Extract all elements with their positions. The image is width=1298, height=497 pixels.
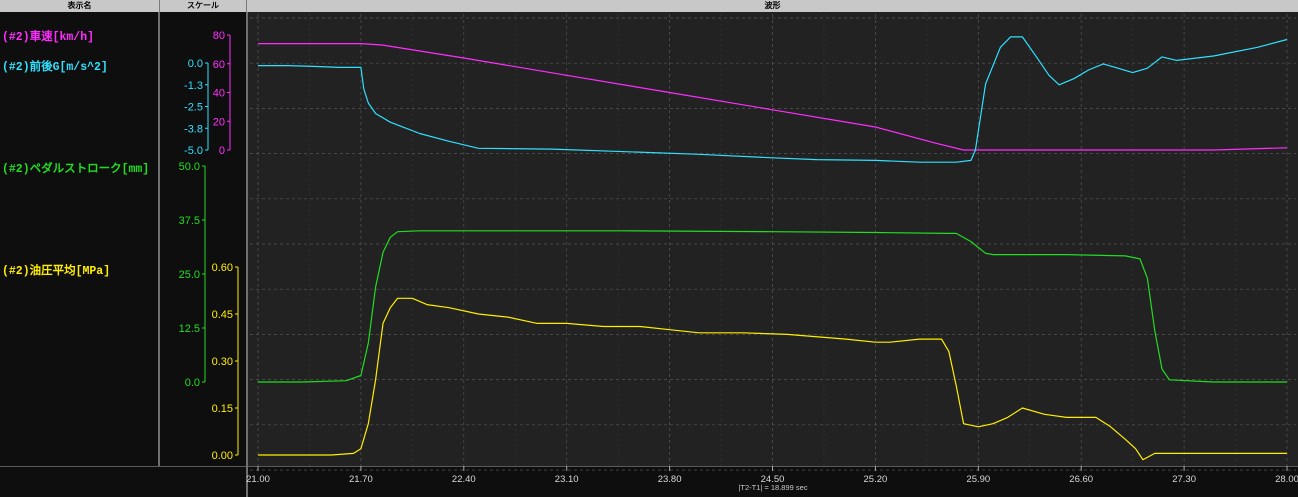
scale-label-accel: 0.0 bbox=[188, 58, 203, 70]
scale-label-pressure: 0.30 bbox=[212, 356, 233, 368]
plot-area[interactable] bbox=[248, 12, 1298, 466]
time-tick-label: 27.30 bbox=[1172, 474, 1196, 485]
time-tick-label: 21.00 bbox=[246, 474, 270, 485]
time-tick-label: 21.70 bbox=[349, 474, 373, 485]
scale-label-accel: -5.0 bbox=[184, 145, 203, 157]
scale-axes: 80 60 40 20 0 0.0 -1.3 -2.5 -3.8 -5.0 50.0 37.5 25.0… bbox=[179, 30, 239, 462]
waveform-canvas[interactable]: 80 60 40 20 0 0.0 -1.3 -2.5 -3.8 -5.0 50.0 37.5 25.0… bbox=[0, 0, 1298, 497]
scale-label-accel: -1.3 bbox=[184, 80, 203, 92]
scale-label-speed: 60 bbox=[213, 59, 225, 71]
time-tick-label: 23.80 bbox=[658, 474, 682, 485]
scale-label-accel: -3.8 bbox=[184, 123, 203, 135]
time-tick-label: 23.10 bbox=[555, 474, 579, 485]
scale-label-pressure: 0.60 bbox=[212, 262, 233, 274]
scale-label-pressure: 0.15 bbox=[212, 403, 233, 415]
scale-label-pedal: 0.0 bbox=[185, 377, 200, 389]
time-tick-label: 28.00 bbox=[1275, 474, 1298, 485]
scale-label-accel: -2.5 bbox=[184, 102, 203, 114]
time-tick-label: 25.20 bbox=[864, 474, 888, 485]
scale-label-pedal: 50.0 bbox=[179, 161, 200, 173]
time-tick-label: 25.90 bbox=[966, 474, 990, 485]
scale-label-pressure: 0.00 bbox=[212, 450, 233, 462]
time-tick-label: 26.60 bbox=[1069, 474, 1093, 485]
time-tick-label: 22.40 bbox=[452, 474, 476, 485]
scale-label-speed: 20 bbox=[213, 116, 225, 128]
scale-label-speed: 40 bbox=[213, 88, 225, 100]
scale-label-pressure: 0.45 bbox=[212, 309, 233, 321]
scale-label-pedal: 37.5 bbox=[179, 215, 200, 227]
scale-label-pedal: 12.5 bbox=[179, 323, 200, 335]
scale-label-speed: 0 bbox=[219, 145, 225, 157]
scale-label-pedal: 25.0 bbox=[179, 269, 200, 281]
scale-label-speed: 80 bbox=[213, 30, 225, 42]
time-delta-readout: |T2-T1| = 18.899 sec bbox=[738, 483, 807, 492]
